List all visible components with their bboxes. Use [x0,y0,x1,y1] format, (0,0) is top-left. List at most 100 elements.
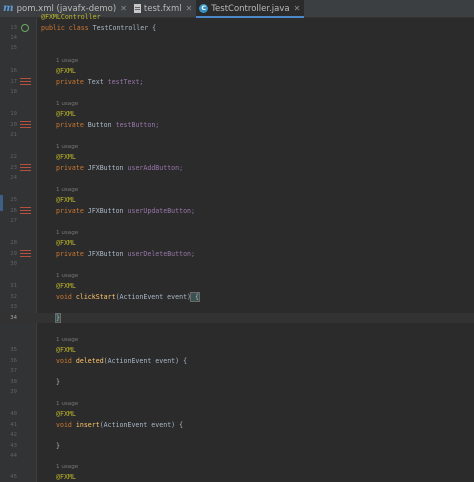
fxml-link-icon[interactable] [20,164,31,171]
usage-hint[interactable]: 1 usage [56,56,78,66]
method-params: (ActionEvent event) [115,293,192,301]
line-number: 45 [10,474,17,480]
code-line: 16 @FXML [0,66,474,76]
usage-hint[interactable]: 1 usage [56,399,78,409]
open-brace: { [179,357,188,365]
fxml-link-icon[interactable] [20,250,31,257]
code-line: 35 @FXML [0,345,474,355]
keyword: private [56,121,84,129]
line-number: 27 [10,218,17,224]
line-number: 14 [10,35,17,41]
line-number: 20 [10,122,17,128]
field-name: userUpdateButton; [127,207,196,215]
method-params: (ActionEvent event) [103,357,180,365]
code-line: 40 @FXML [0,409,474,419]
annotation: @FXML [56,410,76,418]
annotation: @FXMLController [41,13,101,21]
line-number: 38 [10,379,17,385]
method-name: insert [75,421,100,429]
line-number: 15 [10,45,17,51]
usage-hint[interactable]: 1 usage [56,99,78,109]
code-line: 32 void clickStart(ActionEvent event) { [0,292,474,302]
code-line: 15 [0,43,474,53]
keyword: private [56,164,84,172]
line-number: 26 [10,208,17,214]
code-line: 30 [0,259,474,269]
fxml-link-icon[interactable] [20,207,31,214]
code-line: 1 usage [0,335,474,345]
run-gutter-icon[interactable] [21,24,29,32]
code-line: 33 [0,302,474,312]
code-line: 27 [0,216,474,226]
field-type: JFXButton [87,250,124,258]
line-number: 23 [10,165,17,171]
keyword: void [56,293,72,301]
code-line: 23 private JFXButton userAddButton; [0,163,474,173]
code-editor[interactable]: @FXMLController 13 public class TestCont… [0,13,474,482]
code-line: 31 @FXML [0,281,474,291]
annotation: @FXML [56,239,76,247]
method-params: (ActionEvent event) [99,421,176,429]
keyword: void [56,421,72,429]
close-brace: } [56,442,60,450]
field-name: userDeleteButton; [127,250,196,258]
current-line: 34 } [0,313,474,323]
usage-hint[interactable]: 1 usage [56,228,78,238]
usage-hint[interactable]: 1 usage [56,462,78,472]
line-number: 37 [10,368,17,374]
line-number: 28 [10,240,17,246]
close-brace: } [56,378,60,386]
annotation: @FXML [56,282,76,290]
keyword: void [56,357,72,365]
usage-hint[interactable]: 1 usage [56,142,78,152]
text-caret [59,314,61,322]
line-number: 18 [10,89,17,95]
keyword: private [56,250,84,258]
line-number: 43 [10,443,17,449]
code-line: 20 private Button testButton; [0,120,474,130]
code-line: 38 } [0,377,474,387]
line-number: 41 [10,422,17,428]
class-name: TestController { [92,24,157,32]
fxml-link-icon[interactable] [20,121,31,128]
line-number: 31 [10,283,17,289]
annotation: @FXML [56,473,76,481]
line-number: 17 [10,79,17,85]
line-number: 40 [10,411,17,417]
code-line: 44 [0,451,474,461]
field-type: Text [87,78,104,86]
usage-hint[interactable]: 1 usage [56,185,78,195]
line-number: 39 [10,389,17,395]
fxml-link-icon[interactable] [20,78,31,85]
line-number: 35 [10,347,17,353]
code-line: 19 @FXML [0,109,474,119]
line-number: 36 [10,358,17,364]
field-name: testText; [107,78,144,86]
field-type: JFXButton [87,164,124,172]
keyword: private [56,78,84,86]
line-number: 33 [10,304,17,310]
code-line: 1 usage [0,399,474,409]
code-line: 29 private JFXButton userDeleteButton; [0,249,474,259]
method-name: deleted [75,357,104,365]
code-line: 1 usage [0,142,474,152]
annotation: @FXML [56,153,76,161]
code-line: @FXMLController [0,12,474,22]
code-line: 28 @FXML [0,238,474,248]
line-number: 22 [10,154,17,160]
code-line: 39 [0,387,474,397]
code-line: 1 usage [0,271,474,281]
code-line: 36 void deleted(ActionEvent event) { [0,356,474,366]
code-line: 43 } [0,441,474,451]
code-line: 26 private JFXButton userUpdateButton; [0,206,474,216]
keyword: private [56,207,84,215]
code-line: 1 usage [0,228,474,238]
usage-hint[interactable]: 1 usage [56,335,78,345]
line-number: 25 [10,197,17,203]
usage-hint[interactable]: 1 usage [56,271,78,281]
line-number: 42 [10,432,17,438]
code-line: 22 @FXML [0,152,474,162]
open-brace: { [175,421,184,429]
code-line: 45 @FXML [0,472,474,482]
code-line: 1 usage [0,185,474,195]
